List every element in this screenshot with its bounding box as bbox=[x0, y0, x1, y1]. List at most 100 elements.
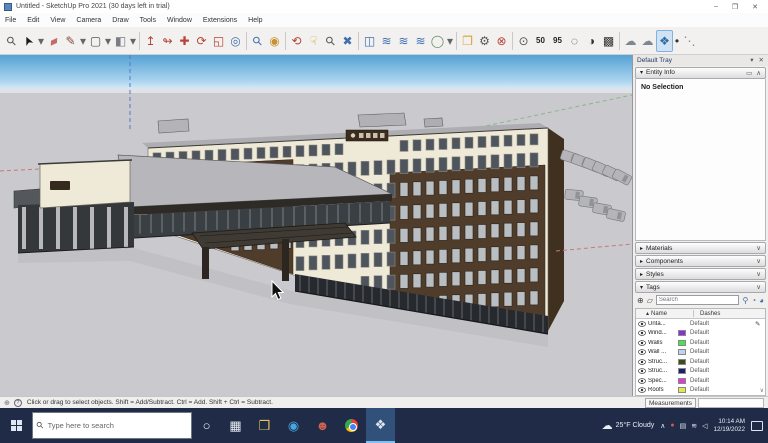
tag-visibility-icon[interactable]: ⊙ bbox=[515, 30, 532, 52]
paint-bucket-tool-icon[interactable]: ◧ bbox=[112, 30, 129, 52]
model-info-icon[interactable]: ⚙ bbox=[476, 30, 493, 52]
line-tool-icon[interactable]: ✎ bbox=[62, 30, 79, 52]
tags-search-input[interactable] bbox=[655, 295, 740, 306]
share-model-icon[interactable]: ☁ bbox=[639, 30, 656, 52]
offset-tool-icon[interactable]: ◎ bbox=[227, 30, 244, 52]
tag-color-swatch[interactable] bbox=[678, 339, 686, 346]
tag-color-swatch[interactable] bbox=[678, 349, 686, 356]
tags-toolbar-icon[interactable]: ◕ bbox=[759, 296, 764, 305]
hidden-icons-caret[interactable]: ∧ bbox=[660, 422, 665, 430]
entity-detach-icon[interactable]: ▭ bbox=[746, 69, 752, 77]
tag-dashes[interactable]: Default bbox=[690, 378, 755, 384]
pan-tool-icon[interactable]: ☟ bbox=[305, 30, 322, 52]
follow-me-tool-icon[interactable]: ↬ bbox=[159, 30, 176, 52]
tags-toolbar-icon[interactable]: ◔ bbox=[751, 296, 756, 305]
entity-info-header[interactable]: ▾ Entity Info ▭ ∧ bbox=[635, 66, 766, 79]
rotate-tool-icon[interactable]: ⟳ bbox=[193, 30, 210, 52]
tray-header[interactable]: Default Tray ▾ ✕ bbox=[633, 55, 768, 66]
section-chevron-icon[interactable]: ∨ bbox=[756, 283, 761, 291]
window-control-button[interactable]: – bbox=[714, 3, 718, 11]
tag-row[interactable]: Wall ... Default bbox=[636, 348, 765, 358]
style-95-icon[interactable]: 95 bbox=[549, 30, 566, 52]
cortana-icon[interactable]: ○ bbox=[192, 408, 221, 443]
tag-color-swatch[interactable] bbox=[678, 377, 686, 384]
menu-item[interactable]: File bbox=[5, 17, 16, 24]
menu-item[interactable]: Camera bbox=[76, 17, 101, 24]
display-section-fill-icon[interactable]: ≋ bbox=[412, 30, 429, 52]
tag-row[interactable]: Walls Default bbox=[636, 338, 765, 348]
style-50-icon[interactable]: 50 bbox=[532, 30, 549, 52]
chrome-icon[interactable] bbox=[337, 408, 366, 443]
tag-dashes[interactable]: Default bbox=[690, 349, 755, 355]
components-section-header[interactable]: ▸ Components ∨ bbox=[635, 255, 766, 268]
materials-section-header[interactable]: ▸ Materials ∨ bbox=[635, 242, 766, 255]
tag-color-swatch[interactable] bbox=[678, 387, 686, 394]
styles-section-header[interactable]: ▸ Styles ∨ bbox=[635, 268, 766, 281]
tag-dashes[interactable]: Default bbox=[690, 321, 755, 327]
section-chevron-icon[interactable]: ∨ bbox=[756, 244, 761, 252]
tag-dashes[interactable]: Default bbox=[690, 330, 755, 336]
line-dropdown-icon[interactable]: ▾ bbox=[79, 30, 87, 52]
tags-table-header[interactable]: ▴ Name Dashes bbox=[636, 309, 765, 320]
tag-row[interactable]: Roofs Default bbox=[636, 386, 765, 396]
face-style-textured-icon[interactable]: ▩ bbox=[600, 30, 617, 52]
tag-dashes[interactable]: Default bbox=[690, 359, 755, 365]
tag-color-swatch[interactable] bbox=[678, 358, 686, 365]
tags-section-header[interactable]: ▾ Tags ∨ bbox=[635, 281, 766, 294]
volume-icon[interactable]: ◁ bbox=[702, 422, 707, 430]
tag-visible-eye-icon[interactable] bbox=[638, 349, 648, 356]
position-camera-tool-icon[interactable]: ◉ bbox=[266, 30, 283, 52]
tag-row[interactable]: Wind... Default bbox=[636, 329, 765, 339]
onedrive-icon[interactable]: ● bbox=[670, 422, 674, 429]
tag-visible-eye-icon[interactable] bbox=[638, 378, 648, 384]
tray-header-icon[interactable]: ▾ bbox=[750, 56, 753, 64]
start-button[interactable] bbox=[0, 408, 32, 443]
menu-item[interactable]: Extensions bbox=[203, 17, 237, 24]
section-chevron-icon[interactable]: ∨ bbox=[756, 270, 761, 278]
viewport-3d[interactable] bbox=[0, 55, 632, 396]
taskbar-search[interactable]: ⚲ Type here to search bbox=[32, 412, 192, 439]
task-view-icon[interactable]: ▦ bbox=[221, 408, 250, 443]
menu-item[interactable]: View bbox=[50, 17, 65, 24]
open-model-icon[interactable]: ❒ bbox=[459, 30, 476, 52]
tags-toolbar-icon[interactable]: ⚲ bbox=[742, 296, 748, 305]
section-chevron-icon[interactable]: ∨ bbox=[756, 257, 761, 265]
taskbar-clock[interactable]: 10:14 AM 12/19/2022 bbox=[713, 418, 745, 434]
column-dashes[interactable]: Dashes bbox=[700, 311, 720, 317]
tag-visible-eye-icon[interactable] bbox=[638, 340, 648, 346]
tag-dashes[interactable]: Default bbox=[690, 368, 755, 374]
tag-visible-eye-icon[interactable] bbox=[638, 359, 648, 365]
display-section-cuts-icon[interactable]: ≋ bbox=[395, 30, 412, 52]
tag-row[interactable]: Unta... Default ✎ bbox=[636, 319, 765, 329]
extension-warehouse-icon[interactable]: ❖ bbox=[656, 29, 673, 52]
help-icon[interactable]: ? bbox=[13, 398, 22, 407]
section-plane-tool-icon[interactable]: ◫ bbox=[361, 30, 378, 52]
sort-icon[interactable]: ▴ bbox=[646, 310, 649, 317]
get-models-warehouse-icon[interactable]: ☁ bbox=[622, 30, 639, 52]
axes-tool-icon[interactable]: ⋱ bbox=[681, 30, 698, 52]
face-style-shaded-icon[interactable]: ◑ bbox=[583, 30, 600, 52]
paint-dropdown-icon[interactable]: ▾ bbox=[129, 30, 137, 52]
tags-toolbar-icon[interactable]: ⊕ bbox=[637, 296, 644, 305]
styles-circle-icon[interactable]: ◯ bbox=[429, 30, 446, 52]
file-explorer-icon[interactable]: ❒ bbox=[250, 408, 279, 443]
sketchup-taskbar-icon[interactable]: ❖ bbox=[366, 408, 395, 443]
tag-dashes[interactable]: Default bbox=[690, 340, 755, 346]
column-name[interactable]: Name bbox=[651, 311, 667, 317]
tag-color-swatch[interactable] bbox=[678, 330, 686, 337]
tag-dashes[interactable]: Default bbox=[690, 387, 755, 393]
menu-item[interactable]: Draw bbox=[112, 17, 128, 24]
scale-tool-icon[interactable]: ◱ bbox=[210, 30, 227, 52]
tag-visible-eye-icon[interactable] bbox=[638, 321, 648, 327]
display-section-planes-icon[interactable]: ≋ bbox=[378, 30, 395, 52]
zoom-extents-tool-icon[interactable]: ✖ bbox=[339, 30, 356, 52]
select-tool-icon[interactable]: ➤ bbox=[20, 30, 37, 52]
tag-row[interactable]: Spec... Default bbox=[636, 376, 765, 386]
network-icon[interactable]: ≋ bbox=[691, 422, 697, 430]
search-tool-icon[interactable]: ⚲ bbox=[3, 30, 20, 52]
select-dropdown-icon[interactable]: ▾ bbox=[37, 30, 45, 52]
measurements-field[interactable] bbox=[698, 397, 764, 408]
geolocation-icon[interactable]: ⊕ bbox=[4, 399, 10, 407]
weather-widget[interactable]: ☁ 25°F Cloudy bbox=[602, 419, 655, 432]
scroll-down-icon[interactable]: ∨ bbox=[760, 387, 764, 394]
